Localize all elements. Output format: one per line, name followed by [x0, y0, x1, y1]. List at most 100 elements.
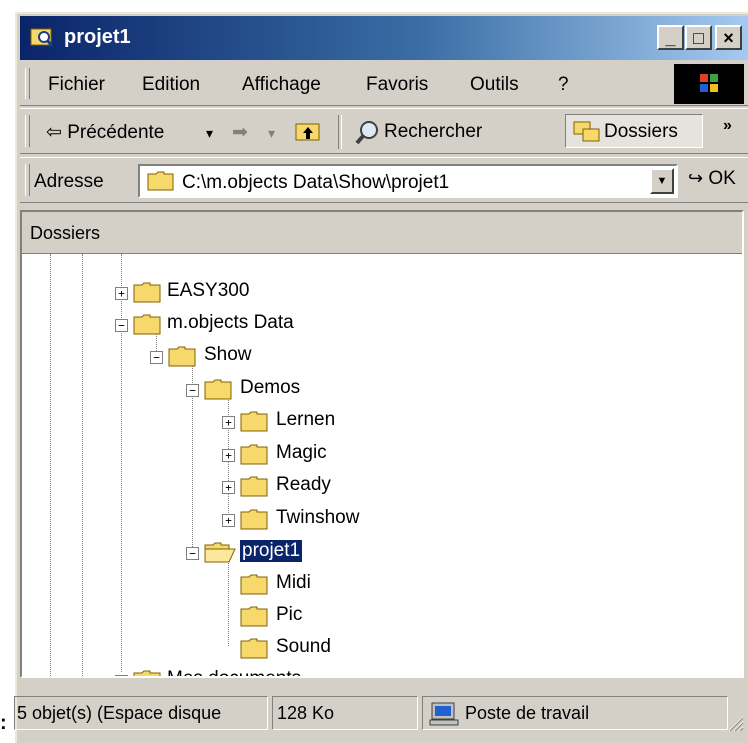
- tree-node-label-selected: projet1: [238, 539, 304, 563]
- standard-toolbar: ⇦ Précédente ▾ ➡ ▾ Rechercher Dossiers »: [20, 108, 748, 154]
- address-grip[interactable]: [25, 164, 30, 196]
- tree-node-label: Demos: [240, 377, 301, 398]
- tree-line: [50, 254, 51, 676]
- back-button[interactable]: ⇦ Précédente: [46, 121, 164, 144]
- go-label: OK: [708, 168, 736, 189]
- my-computer-icon: [429, 702, 459, 726]
- explore-folder-icon: [30, 28, 54, 47]
- tree-node-twinshow[interactable]: + Twinshow: [222, 506, 422, 534]
- folders-icon: [573, 121, 600, 142]
- expand-icon[interactable]: +: [115, 675, 128, 676]
- menu-edition[interactable]: Edition: [142, 74, 200, 96]
- tree-node-label: m.objects Data: [167, 312, 294, 333]
- folder-tree[interactable]: + EASY300 − m.objects Data − Show − Demo…: [22, 254, 742, 676]
- up-folder-icon[interactable]: [294, 119, 322, 143]
- tree-line: [82, 254, 83, 676]
- menu-help[interactable]: ?: [558, 74, 569, 96]
- folder-icon: [240, 638, 268, 659]
- expand-icon[interactable]: +: [222, 481, 235, 494]
- folders-button[interactable]: Dossiers: [565, 114, 703, 148]
- expand-icon[interactable]: +: [222, 449, 235, 462]
- open-folder-icon: [204, 542, 236, 563]
- title-bar[interactable]: projet1 _ □ ×: [20, 16, 748, 60]
- menu-affichage[interactable]: Affichage: [242, 74, 321, 96]
- toolbar-separator: [338, 115, 342, 149]
- folder-icon: [147, 171, 174, 191]
- tree-node-show[interactable]: − Show: [150, 343, 350, 371]
- folder-icon: [204, 379, 232, 400]
- tree-node-projet1[interactable]: − projet1: [186, 539, 386, 567]
- status-objects-panel: 5 objet(s) (Espace disque: [14, 696, 268, 730]
- expand-icon[interactable]: +: [222, 416, 235, 429]
- search-button[interactable]: Rechercher: [384, 121, 482, 143]
- folder-icon: [133, 282, 161, 303]
- folder-icon: [240, 476, 268, 497]
- folder-icon: [240, 606, 268, 627]
- minimize-icon: _: [665, 27, 676, 48]
- maximize-icon: □: [693, 27, 704, 48]
- tree-node-ready[interactable]: + Ready: [222, 473, 422, 501]
- menu-outils[interactable]: Outils: [470, 74, 519, 96]
- collapse-icon[interactable]: −: [150, 351, 163, 364]
- folder-icon: [240, 574, 268, 595]
- menu-grip[interactable]: [25, 68, 30, 99]
- toolbar-grip[interactable]: [25, 115, 30, 147]
- menu-bar: Fichier Edition Affichage Favoris Outils…: [20, 62, 748, 106]
- tree-node-label: Sound: [276, 636, 331, 657]
- status-location-panel: Poste de travail: [422, 696, 728, 730]
- tree-node-demos[interactable]: − Demos: [186, 376, 386, 404]
- resize-grip-icon[interactable]: [724, 712, 744, 732]
- tree-node-pic[interactable]: Pic: [222, 603, 422, 631]
- windows-logo-icon: [674, 64, 744, 104]
- folder-icon: [240, 444, 268, 465]
- status-size-panel: 128 Ko: [272, 696, 418, 730]
- tree-node-label: Mes documents: [165, 668, 303, 676]
- tree-node-lernen[interactable]: + Lernen: [222, 408, 422, 436]
- tree-node-label: EASY300: [167, 280, 250, 301]
- folder-icon: [133, 314, 161, 335]
- back-dropdown[interactable]: ▾: [206, 125, 213, 142]
- close-button[interactable]: ×: [715, 25, 742, 50]
- address-input[interactable]: C:\m.objects Data\Show\projet1 ▼: [138, 164, 678, 198]
- tree-node-label: Show: [204, 344, 252, 365]
- expand-icon[interactable]: +: [115, 287, 128, 300]
- folders-label: Dossiers: [604, 121, 678, 142]
- minimize-button[interactable]: _: [657, 25, 684, 50]
- status-bar: 5 objet(s) (Espace disque 128 Ko Poste d…: [14, 692, 748, 736]
- menu-favoris[interactable]: Favoris: [366, 74, 428, 96]
- search-icon: [355, 121, 378, 145]
- expand-icon[interactable]: +: [222, 514, 235, 527]
- tree-node-mes-documents[interactable]: + Mes documents: [115, 667, 375, 676]
- toolbar-chevron[interactable]: »: [723, 117, 732, 135]
- explorer-window: projet1 _ □ × Fichier Edition Affichage …: [14, 12, 748, 743]
- menu-fichier[interactable]: Fichier: [48, 74, 105, 96]
- maximize-button[interactable]: □: [685, 25, 712, 50]
- folders-pane-title: Dossiers: [30, 223, 101, 243]
- go-button[interactable]: ↪ OK: [688, 168, 736, 190]
- stray-colon: :: [0, 712, 7, 734]
- tree-node-label: Twinshow: [276, 507, 360, 528]
- tree-node-mobjects-data[interactable]: − m.objects Data: [115, 311, 375, 339]
- tree-node-midi[interactable]: Midi: [222, 571, 422, 599]
- forward-button[interactable]: ➡: [232, 121, 248, 144]
- address-value: C:\m.objects Data\Show\projet1: [182, 172, 450, 193]
- status-location: Poste de travail: [465, 703, 590, 723]
- folder-icon: [240, 509, 268, 530]
- collapse-icon[interactable]: −: [115, 319, 128, 332]
- tree-node-magic[interactable]: + Magic: [222, 441, 422, 469]
- tree-node-label: Ready: [276, 474, 331, 495]
- collapse-icon[interactable]: −: [186, 547, 199, 560]
- collapse-icon[interactable]: −: [186, 384, 199, 397]
- tree-line: [228, 554, 229, 646]
- close-icon: ×: [723, 27, 734, 48]
- go-arrow-icon: ↪: [688, 168, 704, 188]
- address-dropdown[interactable]: ▼: [650, 168, 674, 194]
- tree-node-sound[interactable]: Sound: [222, 635, 422, 663]
- folders-pane: Dossiers + EASY300 − m.objects Data − Sh…: [20, 210, 744, 678]
- forward-dropdown[interactable]: ▾: [268, 125, 275, 142]
- tree-node-easy300[interactable]: + EASY300: [115, 279, 315, 307]
- folder-icon: [168, 346, 196, 367]
- tree-node-label: Lernen: [276, 409, 336, 430]
- folders-pane-header: Dossiers: [22, 212, 742, 254]
- folder-icon: [133, 670, 161, 676]
